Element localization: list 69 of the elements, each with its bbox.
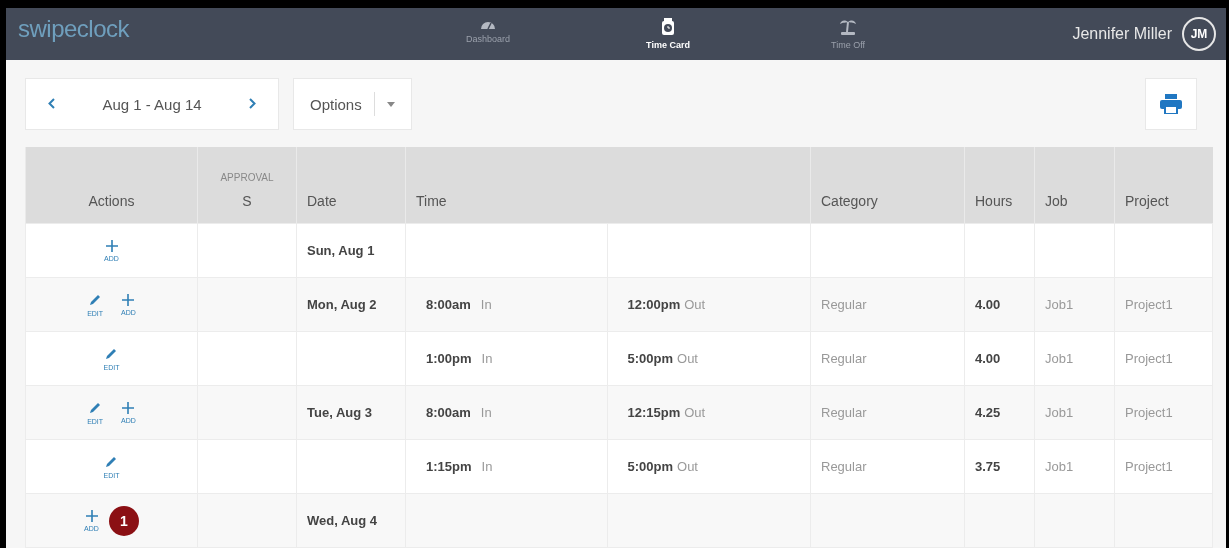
plus-icon (122, 401, 135, 414)
time-in: 8:00am (426, 405, 471, 420)
pencil-icon (104, 346, 119, 361)
time-in: 1:15pm (426, 459, 472, 474)
nav-tab[interactable]: Time Card (578, 17, 758, 51)
hours-cell: 4.25 (964, 385, 1035, 440)
plus-icon (85, 509, 98, 522)
column-header: Category (810, 147, 965, 224)
plus-icon (105, 239, 118, 252)
hours-cell: 3.75 (964, 439, 1035, 494)
user-name: Jennifer Miller (1072, 25, 1172, 43)
options-dropdown[interactable]: Options (293, 78, 412, 130)
category-cell: Regular (810, 385, 965, 440)
project-cell: Project1 (1114, 277, 1213, 332)
out-label: Out (684, 297, 706, 312)
column-header: Actions (25, 147, 198, 224)
time-out: 5:00pm (627, 351, 674, 366)
hours-cell: 4.00 (964, 331, 1035, 386)
column-header: Project (1114, 147, 1213, 224)
out-label: Out (684, 405, 706, 420)
time-in: 8:00am (426, 297, 471, 312)
palm-tree-icon (839, 18, 857, 36)
column-header: Hours (964, 147, 1035, 224)
notification-badge: 1 (108, 505, 139, 536)
date-range: Aug 1 - Aug 14 (101, 95, 203, 113)
column-header-overline: APPROVAL (219, 172, 275, 183)
clock-icon (661, 18, 675, 36)
nav-tab[interactable]: Time Off (758, 17, 938, 51)
out-label: Out (677, 351, 698, 366)
job-cell: Job1 (1034, 439, 1115, 494)
chevron-left-icon (48, 98, 55, 109)
column-header: APPROVAL S (197, 147, 297, 224)
pencil-icon (88, 292, 103, 307)
in-label: In (481, 459, 493, 474)
print-button[interactable] (1145, 78, 1197, 130)
in-label: In (481, 351, 493, 366)
user-avatar[interactable]: JM (1182, 17, 1216, 51)
job-cell: Job1 (1034, 331, 1115, 386)
category-cell: Regular (810, 439, 965, 494)
in-label: In (480, 297, 492, 312)
project-cell: Project1 (1114, 331, 1213, 386)
plus-icon (122, 293, 135, 306)
time-out: 12:15pm (627, 405, 681, 420)
caret-icon (386, 101, 395, 107)
time-in: 1:00pm (426, 351, 472, 366)
in-label: In (480, 405, 492, 420)
project-cell: Project1 (1114, 439, 1213, 494)
job-cell: Job1 (1034, 385, 1115, 440)
category-cell: Regular (810, 331, 965, 386)
pencil-icon (104, 454, 119, 469)
printer-icon (1160, 94, 1182, 114)
hours-cell: 4.00 (964, 277, 1035, 332)
category-cell: Regular (810, 277, 965, 332)
time-out: 5:00pm (627, 459, 674, 474)
date-cell: Mon, Aug 2 (296, 277, 406, 332)
project-cell: Project1 (1114, 385, 1213, 440)
nav-tab[interactable]: Dashboard (398, 17, 578, 51)
column-header: Time (405, 147, 811, 224)
job-cell: Job1 (1034, 277, 1115, 332)
logo: swipeclock (18, 15, 131, 43)
column-header: Date (296, 147, 406, 224)
date-cell: Wed, Aug 4 (296, 493, 406, 548)
date-cell: Sun, Aug 1 (296, 223, 406, 278)
out-label: Out (677, 459, 698, 474)
pencil-icon (88, 400, 103, 415)
column-header: Job (1034, 147, 1115, 224)
date-cell: Tue, Aug 3 (296, 385, 406, 440)
time-out: 12:00pm (627, 297, 681, 312)
chevron-right-icon (249, 98, 256, 109)
